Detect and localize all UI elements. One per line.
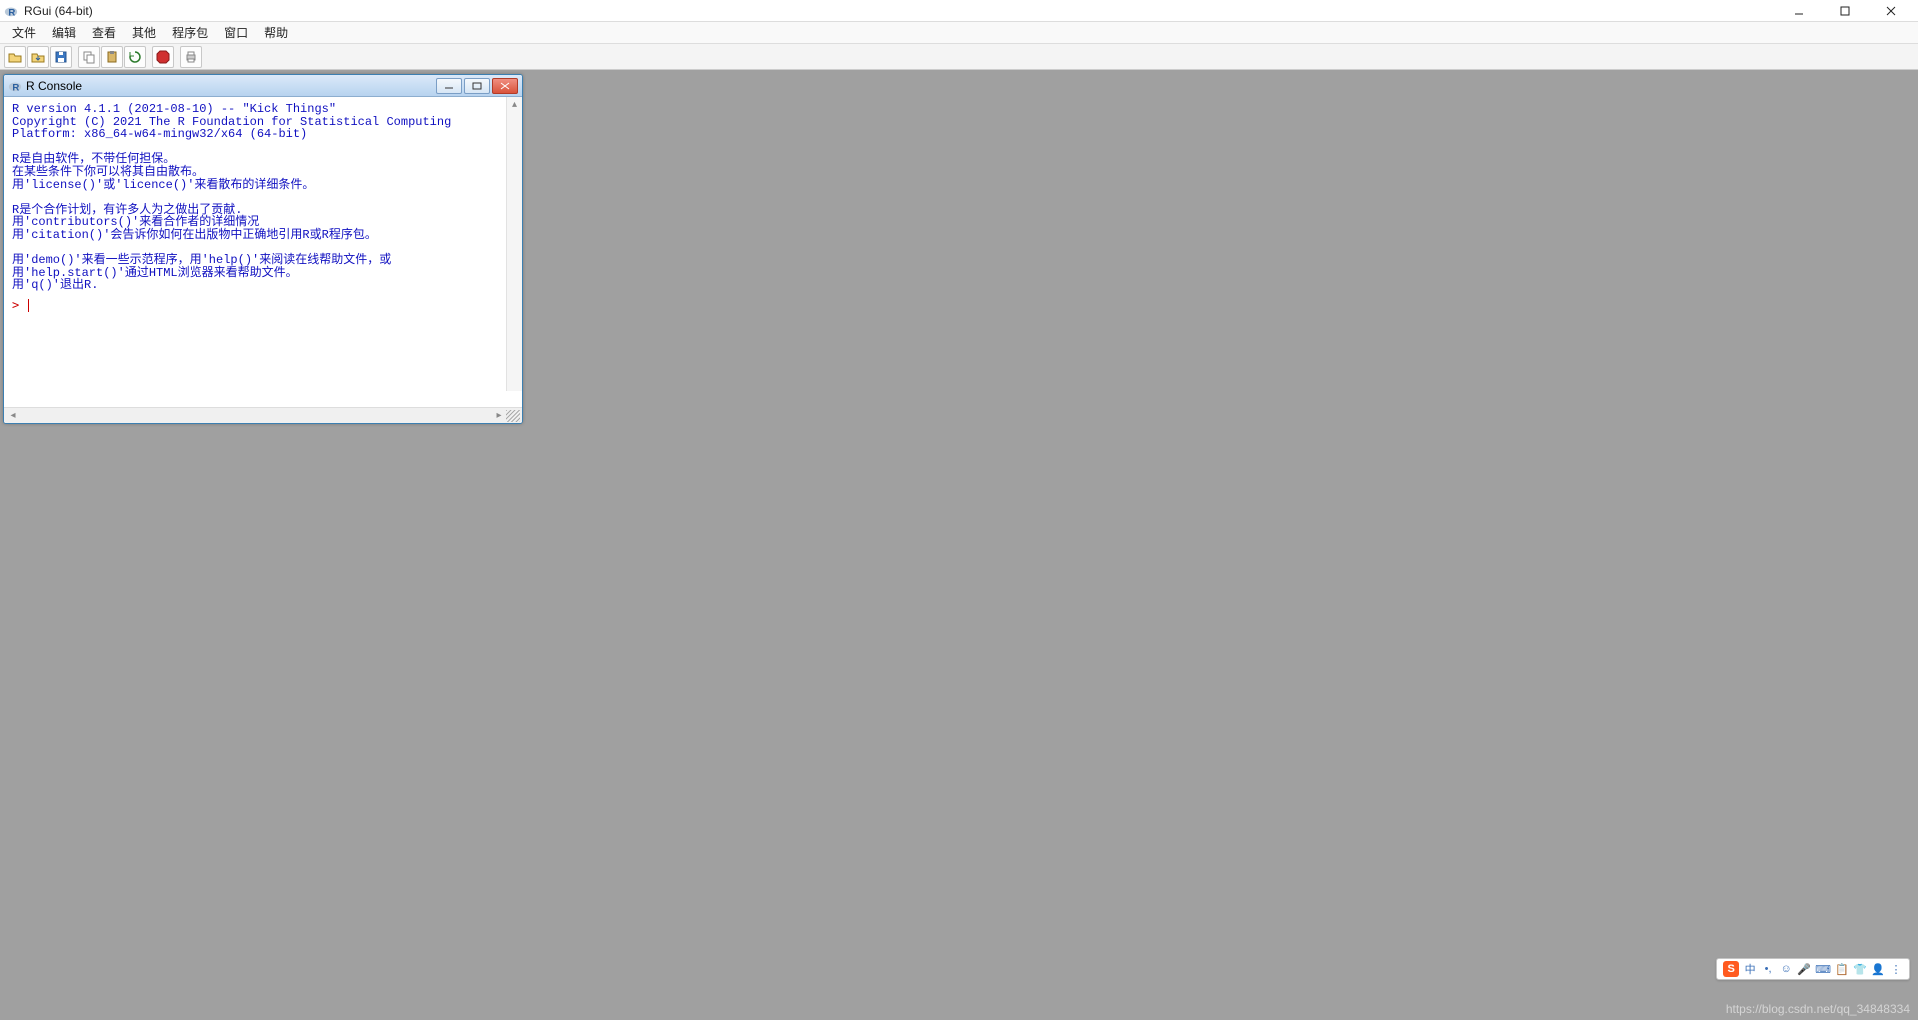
load-workspace-icon[interactable] [27,46,49,68]
scroll-up-icon[interactable]: ▴ [507,97,522,111]
r-app-icon: R [8,79,22,93]
menubar: 文件 编辑 查看 其他 程序包 窗口 帮助 [0,22,1918,44]
menu-file[interactable]: 文件 [4,22,44,43]
minimize-button[interactable] [1776,1,1822,21]
ime-clipboard-icon[interactable]: 📋 [1835,963,1849,976]
child-minimize-button[interactable] [436,78,462,94]
menu-windows[interactable]: 窗口 [216,22,256,43]
menu-edit[interactable]: 编辑 [44,22,84,43]
ime-lang-toggle[interactable]: 中 [1743,961,1757,977]
r-console-window[interactable]: R R Console R version 4.1.1 (2021-08-10)… [3,74,523,424]
maximize-button[interactable] [1822,1,1868,21]
r-app-icon: R [4,4,18,18]
ime-skin-icon[interactable]: 👕 [1853,963,1867,976]
ime-toolbar[interactable]: S 中 •, ☺ 🎤 ⌨ 📋 👕 👤 ⋮ [1716,958,1910,980]
r-console-titlebar[interactable]: R R Console [4,75,522,97]
child-close-button[interactable] [492,78,518,94]
r-console-prompt-line[interactable]: > [12,298,514,312]
r-console-body[interactable]: R version 4.1.1 (2021-08-10) -- "Kick Th… [4,97,522,407]
app-window: R RGui (64-bit) 文件 编辑 查看 其他 程序包 窗口 帮助 [0,0,1918,1020]
close-button[interactable] [1868,1,1914,21]
menu-help[interactable]: 帮助 [256,22,296,43]
vertical-scrollbar[interactable]: ▴ [506,97,522,391]
text-cursor [28,299,29,312]
scroll-right-icon[interactable]: ▸ [492,410,506,422]
paste-icon[interactable] [101,46,123,68]
resize-grip[interactable] [506,410,520,422]
scroll-left-icon[interactable]: ◂ [6,410,20,422]
refresh-icon[interactable] [124,46,146,68]
menu-packages[interactable]: 程序包 [164,22,216,43]
menu-view[interactable]: 查看 [84,22,124,43]
ime-keyboard-icon[interactable]: ⌨ [1815,963,1831,976]
open-icon[interactable] [4,46,26,68]
r-console-output: R version 4.1.1 (2021-08-10) -- "Kick Th… [12,103,514,292]
mdi-client-area[interactable]: R R Console R version 4.1.1 (2021-08-10)… [0,70,1918,1020]
svg-text:R: R [12,82,19,93]
titlebar[interactable]: R RGui (64-bit) [0,0,1918,22]
ime-more-icon[interactable]: ⋮ [1889,963,1903,976]
prompt-symbol: > [12,298,19,312]
ime-voice-icon[interactable]: 🎤 [1797,963,1811,976]
window-title: RGui (64-bit) [24,4,93,18]
r-console-title: R Console [26,79,82,93]
menu-misc[interactable]: 其他 [124,22,164,43]
svg-text:R: R [8,7,15,18]
ime-emoji-icon[interactable]: ☺ [1779,963,1793,975]
toolbar [0,44,1918,70]
watermark-text: https://blog.csdn.net/qq_34848334 [1726,1002,1910,1016]
ime-punct-toggle[interactable]: •, [1761,963,1775,975]
copy-icon[interactable] [78,46,100,68]
print-icon[interactable] [180,46,202,68]
ime-user-icon[interactable]: 👤 [1871,963,1885,976]
horizontal-scrollbar[interactable]: ◂ ▸ [4,407,522,423]
stop-icon[interactable] [152,46,174,68]
save-icon[interactable] [50,46,72,68]
child-maximize-button[interactable] [464,78,490,94]
sogou-logo-icon[interactable]: S [1723,961,1739,977]
